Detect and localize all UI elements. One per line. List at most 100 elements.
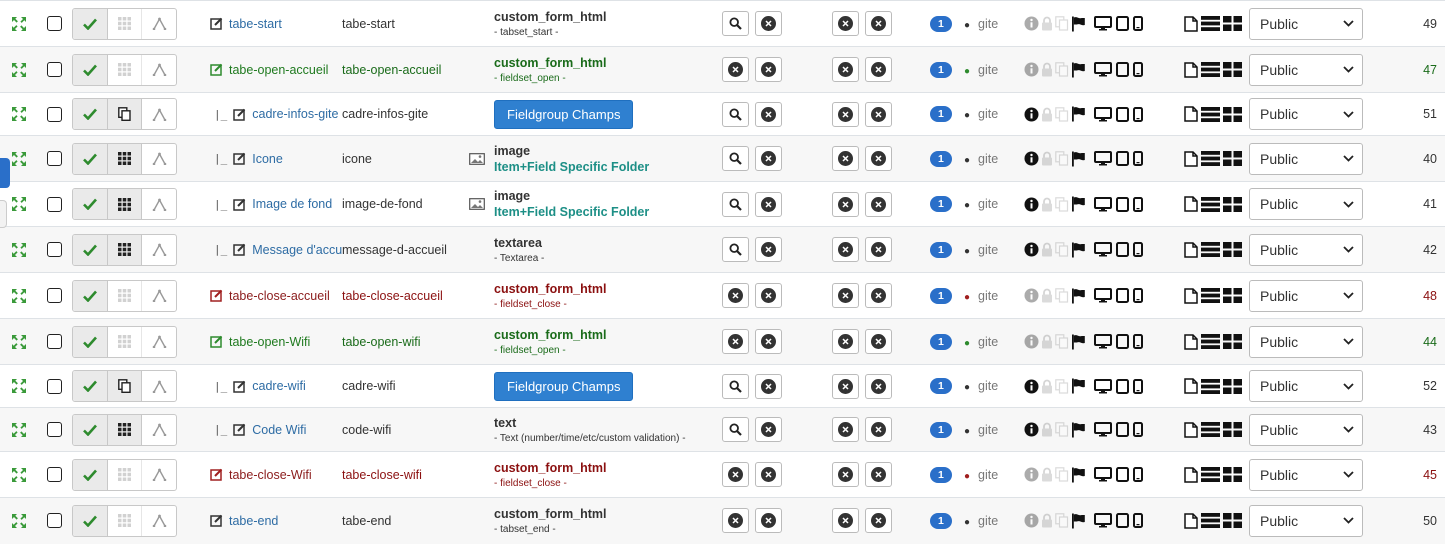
remove-button[interactable] (722, 508, 749, 534)
tree-icon[interactable] (142, 55, 176, 85)
published-check-icon[interactable] (73, 234, 108, 265)
field-name-link[interactable]: tabe-open-Wifi (229, 335, 310, 349)
copies-icon[interactable] (1055, 467, 1069, 482)
remove-button[interactable] (832, 373, 859, 399)
blocks-layout-icon[interactable] (1223, 16, 1242, 31)
published-check-icon[interactable] (73, 99, 108, 129)
lock-icon[interactable] (1041, 379, 1053, 394)
remove-button[interactable] (722, 462, 749, 487)
tree-icon[interactable] (142, 415, 176, 445)
access-select[interactable]: Public (1249, 279, 1363, 312)
copies-icon[interactable] (1055, 62, 1069, 77)
grid-icon[interactable] (107, 414, 143, 445)
remove-button[interactable] (755, 191, 782, 217)
phone-icon[interactable] (1133, 106, 1143, 122)
document-icon[interactable] (1184, 15, 1198, 32)
desktop-icon[interactable] (1094, 62, 1112, 77)
flag-icon[interactable] (1071, 242, 1086, 258)
copies-icon[interactable] (1055, 334, 1069, 349)
tree-icon[interactable] (142, 506, 176, 536)
edit-icon[interactable] (233, 108, 246, 121)
list-layout-icon[interactable] (1201, 467, 1220, 482)
edit-icon[interactable] (233, 380, 246, 393)
remove-button[interactable] (755, 373, 782, 399)
move-icon[interactable] (0, 241, 44, 259)
phone-icon[interactable] (1133, 378, 1143, 394)
remove-button[interactable] (832, 508, 859, 534)
row-checkbox[interactable] (47, 242, 62, 257)
blocks-layout-icon[interactable] (1223, 196, 1242, 212)
list-layout-icon[interactable] (1201, 378, 1220, 394)
row-checkbox[interactable] (47, 106, 62, 122)
desktop-icon[interactable] (1094, 288, 1112, 303)
flag-icon[interactable] (1071, 334, 1086, 350)
published-check-icon[interactable] (73, 143, 108, 174)
desktop-icon[interactable] (1094, 16, 1112, 31)
remove-button[interactable] (755, 237, 782, 262)
copies-icon[interactable] (1055, 422, 1069, 437)
move-icon[interactable] (0, 512, 44, 530)
copies-icon[interactable] (1055, 513, 1069, 528)
remove-button[interactable] (832, 11, 859, 36)
copies-icon[interactable] (1055, 242, 1069, 257)
desktop-icon[interactable] (1094, 422, 1112, 437)
copies-icon[interactable] (1055, 106, 1069, 122)
tablet-icon[interactable] (1116, 196, 1129, 212)
grid-icon[interactable] (108, 459, 143, 490)
remove-button[interactable] (755, 462, 782, 487)
desktop-icon[interactable] (1094, 106, 1112, 122)
remove-button[interactable] (865, 508, 892, 534)
tree-icon[interactable] (142, 99, 176, 129)
document-icon[interactable] (1184, 378, 1198, 394)
row-checkbox[interactable] (47, 288, 62, 303)
list-layout-icon[interactable] (1201, 16, 1220, 31)
desktop-icon[interactable] (1094, 151, 1112, 166)
edit-icon[interactable] (233, 152, 246, 165)
info-icon[interactable] (1024, 422, 1039, 437)
document-icon[interactable] (1184, 513, 1198, 529)
tree-icon[interactable] (142, 189, 176, 219)
side-panel-handle[interactable] (0, 200, 7, 228)
fieldgroup-button[interactable]: Fieldgroup Champs (494, 99, 634, 129)
phone-icon[interactable] (1133, 151, 1143, 166)
blocks-layout-icon[interactable] (1223, 513, 1242, 529)
phone-icon[interactable] (1133, 513, 1143, 529)
published-check-icon[interactable] (73, 459, 108, 490)
field-name-link[interactable]: Icone (252, 152, 283, 166)
desktop-icon[interactable] (1094, 513, 1112, 528)
list-layout-icon[interactable] (1201, 513, 1220, 529)
edit-icon[interactable] (210, 514, 223, 527)
blocks-layout-icon[interactable] (1223, 378, 1242, 394)
document-icon[interactable] (1184, 421, 1198, 438)
row-checkbox[interactable] (47, 16, 62, 31)
search-button[interactable] (722, 146, 749, 171)
document-icon[interactable] (1184, 61, 1198, 78)
search-button[interactable] (722, 101, 749, 127)
blocks-layout-icon[interactable] (1223, 288, 1242, 303)
document-icon[interactable] (1184, 106, 1198, 122)
tree-icon[interactable] (142, 371, 176, 401)
access-select[interactable]: Public (1249, 413, 1363, 446)
copies-icon[interactable] (1055, 16, 1069, 31)
search-button[interactable] (722, 417, 749, 442)
list-layout-icon[interactable] (1201, 334, 1220, 349)
list-layout-icon[interactable] (1201, 288, 1220, 303)
tablet-icon[interactable] (1116, 242, 1129, 257)
list-layout-icon[interactable] (1201, 62, 1220, 77)
count-badge[interactable]: 1 (930, 150, 952, 167)
phone-icon[interactable] (1133, 334, 1143, 349)
published-check-icon[interactable] (73, 189, 108, 219)
edit-icon[interactable] (210, 17, 223, 30)
row-checkbox[interactable] (47, 467, 62, 482)
copy-icon[interactable] (107, 99, 143, 129)
search-button[interactable] (722, 237, 749, 262)
lock-icon[interactable] (1041, 151, 1053, 166)
remove-button[interactable] (755, 146, 782, 171)
count-badge[interactable]: 1 (930, 61, 952, 78)
remove-button[interactable] (832, 57, 859, 82)
remove-button[interactable] (832, 462, 859, 487)
move-icon[interactable] (0, 421, 44, 439)
count-badge[interactable]: 1 (930, 421, 952, 438)
edit-icon[interactable] (210, 63, 223, 76)
copies-icon[interactable] (1055, 288, 1069, 303)
